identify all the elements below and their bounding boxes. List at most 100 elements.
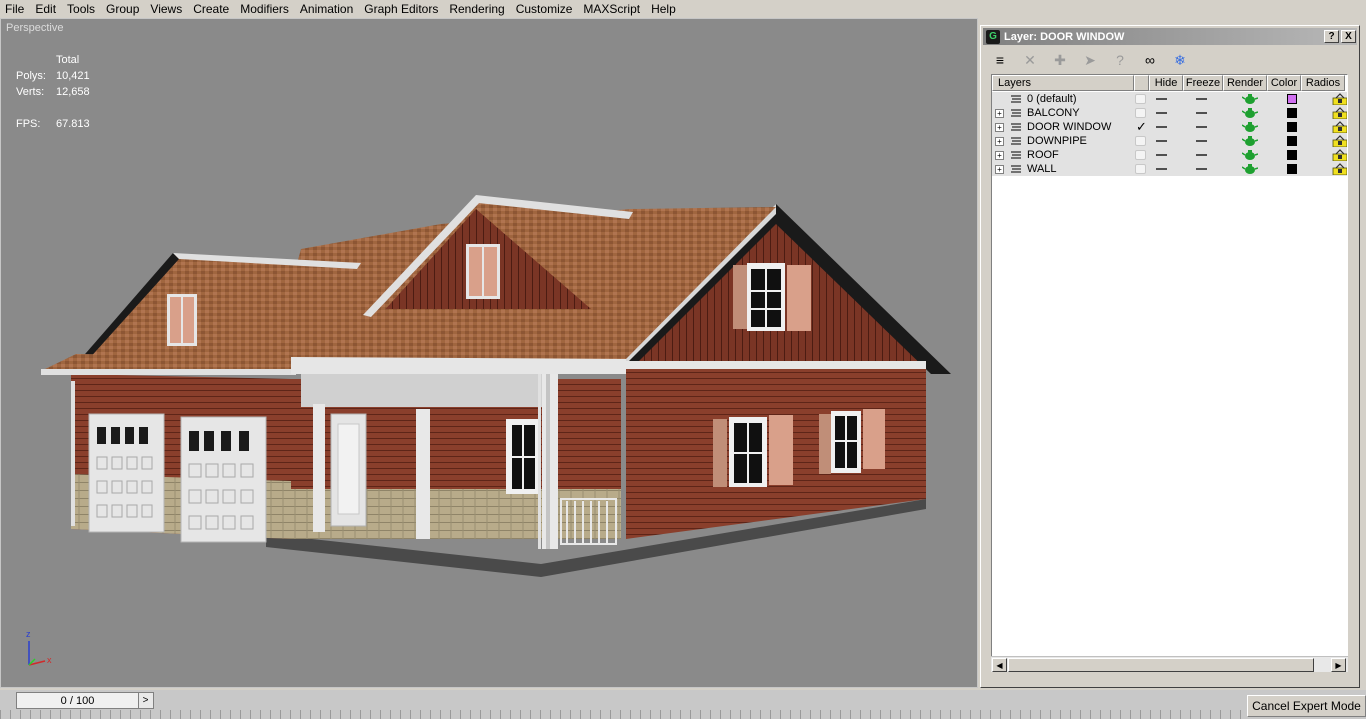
expand-icon[interactable]: + — [995, 137, 1004, 146]
layer-row[interactable]: + DOWNPIPE — [992, 134, 1348, 148]
freeze-toggle[interactable] — [1196, 112, 1207, 114]
current-layer-check-icon[interactable]: ✓ — [1136, 119, 1147, 135]
render-teapot-icon[interactable] — [1242, 93, 1258, 105]
scroll-thumb[interactable] — [1008, 658, 1314, 672]
time-slider-frame[interactable]: 0 / 100 — [17, 693, 139, 708]
house-model-render — [41, 195, 951, 577]
layer-name[interactable]: WALL — [1027, 162, 1057, 176]
current-layer-checkbox[interactable] — [1135, 150, 1146, 160]
current-layer-checkbox[interactable] — [1135, 164, 1146, 174]
current-layer-checkbox[interactable] — [1135, 108, 1146, 118]
menu-animation[interactable]: Animation — [295, 1, 359, 17]
radiosity-icon[interactable] — [1332, 149, 1348, 161]
app-logo-icon: G — [986, 29, 1000, 44]
cancel-expert-mode-button[interactable]: Cancel Expert Mode — [1247, 695, 1366, 717]
layer-row[interactable]: + DOOR WINDOW ✓ — [992, 119, 1348, 135]
menu-tools[interactable]: Tools — [62, 1, 101, 17]
perspective-viewport[interactable]: Perspective Total Polys: 10,421 Verts: 1… — [0, 18, 978, 688]
hide-toggle[interactable] — [1156, 154, 1167, 156]
hide-toggle[interactable] — [1156, 140, 1167, 142]
column-freeze[interactable]: Freeze — [1183, 75, 1223, 91]
menu-graph-editors[interactable]: Graph Editors — [359, 1, 444, 17]
radiosity-icon[interactable] — [1332, 163, 1348, 175]
expand-icon[interactable]: + — [995, 165, 1004, 174]
freeze-all-icon[interactable]: ❄ — [1165, 49, 1195, 71]
freeze-toggle[interactable] — [1196, 126, 1207, 128]
layer-row[interactable]: + BALCONY — [992, 106, 1348, 120]
render-teapot-icon[interactable] — [1242, 135, 1258, 147]
render-teapot-icon[interactable] — [1242, 163, 1258, 175]
hide-toggle[interactable] — [1156, 98, 1167, 100]
select-icon[interactable]: ➤ — [1075, 49, 1105, 71]
layer-color-swatch[interactable] — [1287, 94, 1297, 104]
expand-icon[interactable]: + — [995, 109, 1004, 118]
layer-color-swatch[interactable] — [1287, 150, 1297, 160]
menu-file[interactable]: File — [0, 1, 30, 17]
layer-window-titlebar[interactable]: G Layer: DOOR WINDOW ? X — [983, 28, 1357, 45]
render-teapot-icon[interactable] — [1242, 149, 1258, 161]
freeze-toggle[interactable] — [1196, 140, 1207, 142]
layer-name[interactable]: BALCONY — [1027, 106, 1080, 120]
menu-customize[interactable]: Customize — [511, 1, 579, 17]
highlight-icon[interactable]: ? — [1105, 49, 1135, 71]
freeze-toggle[interactable] — [1196, 154, 1207, 156]
freeze-toggle[interactable] — [1196, 168, 1207, 170]
menu-rendering[interactable]: Rendering — [444, 1, 510, 17]
radiosity-icon[interactable] — [1332, 107, 1348, 119]
gizmo-z-label: z — [26, 629, 31, 639]
menu-views[interactable]: Views — [145, 1, 188, 17]
menu-create[interactable]: Create — [188, 1, 235, 17]
hide-toggle[interactable] — [1156, 168, 1167, 170]
column-color[interactable]: Color — [1267, 75, 1301, 91]
radiosity-icon[interactable] — [1332, 93, 1348, 105]
scroll-left-icon[interactable]: ◀ — [992, 658, 1007, 672]
layer-color-swatch[interactable] — [1287, 164, 1297, 174]
layer-color-swatch[interactable] — [1287, 108, 1297, 118]
layer-name[interactable]: DOOR WINDOW — [1027, 120, 1111, 134]
hide-all-icon[interactable]: ∞ — [1135, 49, 1165, 71]
close-button[interactable]: X — [1341, 30, 1356, 43]
menu-maxscript[interactable]: MAXScript — [578, 1, 646, 17]
layer-name[interactable]: 0 (default) — [1027, 92, 1077, 106]
menu-modifiers[interactable]: Modifiers — [235, 1, 295, 17]
expand-icon[interactable]: + — [995, 123, 1004, 132]
layer-name[interactable]: ROOF — [1027, 148, 1059, 162]
radiosity-icon[interactable] — [1332, 135, 1348, 147]
scroll-right-icon[interactable]: ▶ — [1331, 658, 1346, 672]
layer-row[interactable]: 0 (default) — [992, 92, 1348, 106]
layer-list-hscroll[interactable]: ◀ ▶ — [991, 656, 1348, 672]
column-current[interactable] — [1134, 75, 1149, 91]
layer-color-swatch[interactable] — [1287, 136, 1297, 146]
time-slider[interactable]: 0 / 100 > — [16, 692, 154, 709]
layer-row[interactable]: + ROOF — [992, 148, 1348, 162]
add-icon[interactable]: ✚ — [1045, 49, 1075, 71]
layer-list[interactable]: Layers Hide Freeze Render Color Radios 0… — [991, 74, 1348, 672]
track-bar[interactable] — [0, 710, 1245, 719]
render-teapot-icon[interactable] — [1242, 121, 1258, 133]
menu-help[interactable]: Help — [646, 1, 682, 17]
column-render[interactable]: Render — [1223, 75, 1267, 91]
current-layer-checkbox[interactable] — [1135, 136, 1146, 146]
layer-manager-window[interactable]: G Layer: DOOR WINDOW ? X ≡ ✕ ✚ ➤ ? ∞ ❄ L… — [980, 25, 1360, 688]
layers-icon[interactable]: ≡ — [985, 49, 1015, 71]
menu-group[interactable]: Group — [101, 1, 145, 17]
delete-icon[interactable]: ✕ — [1015, 49, 1045, 71]
layer-color-swatch[interactable] — [1287, 122, 1297, 132]
menu-edit[interactable]: Edit — [30, 1, 62, 17]
help-button[interactable]: ? — [1324, 30, 1339, 43]
polys-value: 10,421 — [56, 70, 90, 82]
hide-toggle[interactable] — [1156, 126, 1167, 128]
layer-toolbar: ≡ ✕ ✚ ➤ ? ∞ ❄ — [985, 48, 1195, 72]
freeze-toggle[interactable] — [1196, 98, 1207, 100]
column-layers[interactable]: Layers — [992, 75, 1134, 91]
hide-toggle[interactable] — [1156, 112, 1167, 114]
radiosity-icon[interactable] — [1332, 121, 1348, 133]
render-teapot-icon[interactable] — [1242, 107, 1258, 119]
current-layer-checkbox[interactable] — [1135, 94, 1146, 104]
column-hide[interactable]: Hide — [1149, 75, 1183, 91]
layer-row[interactable]: + WALL — [992, 162, 1348, 176]
layer-name[interactable]: DOWNPIPE — [1027, 134, 1087, 148]
expand-icon[interactable]: + — [995, 151, 1004, 160]
next-frame-button[interactable]: > — [139, 694, 152, 707]
column-radiosity[interactable]: Radios — [1301, 75, 1345, 91]
